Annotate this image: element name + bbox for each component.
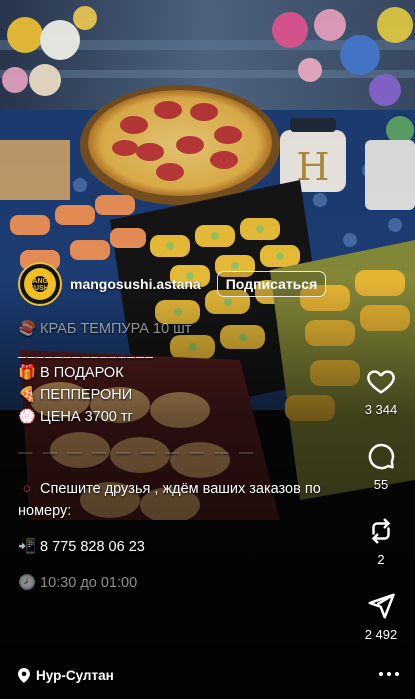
more-dot-icon (395, 672, 399, 676)
caption-line: 💮 ЦЕНА 3700 тг (18, 406, 348, 428)
pizza-icon: 🍕 (18, 387, 37, 403)
more-options-button[interactable] (379, 672, 399, 676)
caption-line: 📲 8 775 828 06 23 (18, 536, 348, 558)
caption-pepperoni: ПЕППЕРОНИ (40, 387, 133, 403)
gift-icon: 🎁 (18, 365, 37, 381)
clock-icon: 🕗 (18, 575, 37, 591)
caption-title: КРАБ ТЕМПУРА 10 шт (40, 321, 192, 337)
caption-line: 🍣 КРАБ ТЕМПУРА 10 шт (18, 318, 348, 340)
phone-arrow-icon: 📲 (18, 539, 37, 555)
red-circle-icon: ○ (22, 481, 32, 497)
send-icon[interactable] (366, 591, 396, 621)
caption-line: ○ Спешите друзья , ждём ваших заказов по … (18, 478, 348, 522)
caption-line: 🕗 10:30 до 01:00 (18, 572, 348, 594)
repost-count: 2 (377, 552, 385, 567)
location-tag[interactable]: Нур-Султан (18, 668, 114, 683)
heart-icon[interactable] (366, 366, 396, 396)
follow-button[interactable]: Подписаться (216, 271, 327, 297)
like-count: 3 344 (364, 402, 398, 417)
comment-action[interactable]: 55 (366, 441, 396, 492)
caption-hurry: Спешите друзья , ждём ваших заказов по н… (18, 481, 321, 519)
username[interactable]: mangosushi.astana (70, 276, 201, 292)
reel-screen: H (0, 0, 415, 699)
more-dot-icon (379, 672, 383, 676)
post-author: MANGO SUSHI mangosushi.astana Подписатьс… (18, 262, 327, 306)
sushi-icon: 🍣 (18, 321, 37, 337)
avatar-logo-text: MANGO SUSHI (26, 278, 54, 292)
more-dot-icon (387, 672, 391, 676)
location-pin-icon (18, 668, 30, 683)
caption-hours: 10:30 до 01:00 (40, 575, 138, 591)
share-action[interactable]: 2 492 (364, 591, 398, 642)
action-bar: 3 344 55 2 2 492 (359, 366, 403, 642)
caption-price: ЦЕНА 3700 тг (40, 409, 133, 425)
like-action[interactable]: 3 344 (364, 366, 398, 417)
caption-line: 🎁 В ПОДАРОК (18, 362, 348, 384)
share-count: 2 492 (364, 627, 398, 642)
caption-rule: _______________ (18, 343, 154, 359)
repost-action[interactable]: 2 (366, 516, 396, 567)
caption-line: 🍕 ПЕППЕРОНИ (18, 384, 348, 406)
comment-count: 55 (373, 477, 389, 492)
repost-icon[interactable] (366, 516, 396, 546)
avatar[interactable]: MANGO SUSHI (18, 262, 62, 306)
caption-separator: — — — — — — — — — — (18, 445, 257, 461)
caption-phone[interactable]: 8 775 828 06 23 (40, 539, 145, 555)
post-caption: 🍣 КРАБ ТЕМПУРА 10 шт _______________ 🎁 В П… (18, 318, 348, 594)
comment-icon[interactable] (366, 441, 396, 471)
location-label: Нур-Султан (36, 668, 114, 683)
flower-icon: 💮 (18, 409, 37, 425)
caption-gift: В ПОДАРОК (40, 365, 124, 381)
